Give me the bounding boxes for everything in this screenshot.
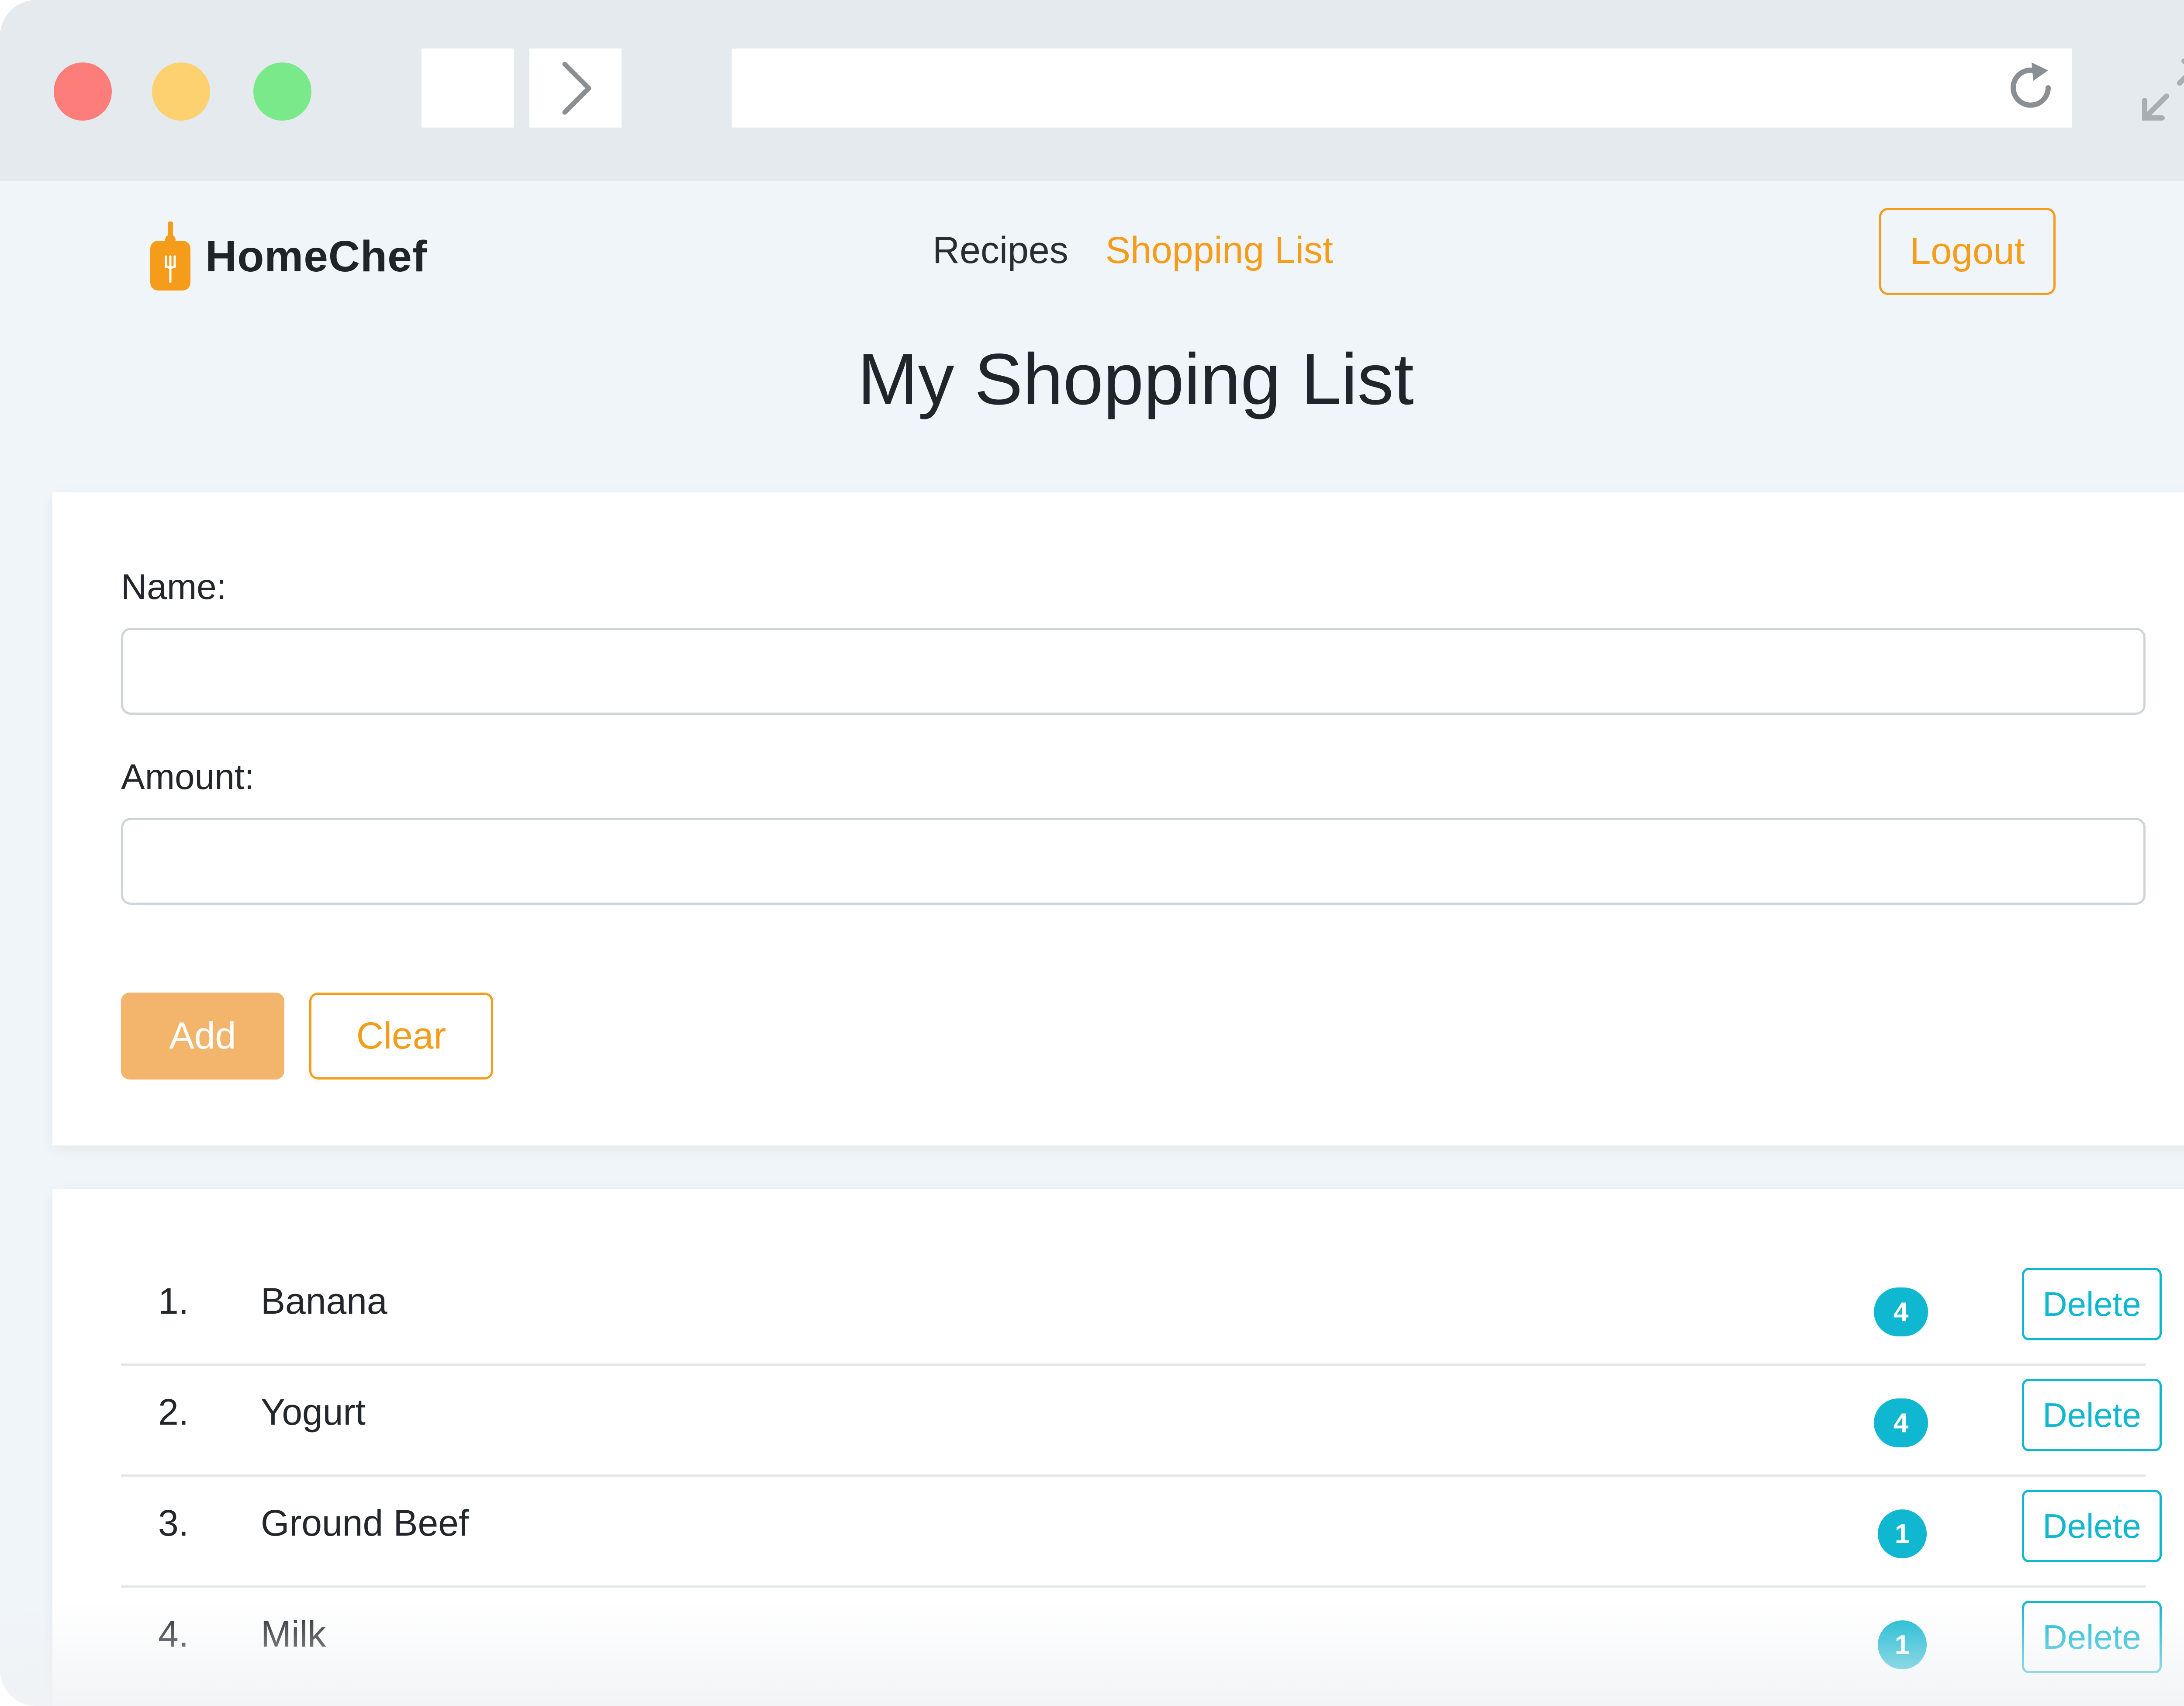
minimize-window-button[interactable] <box>152 62 210 121</box>
maximize-window-button[interactable] <box>253 62 311 121</box>
item-name: Ground Beef <box>261 1502 469 1543</box>
nav-item-shopping-list[interactable]: Shopping List <box>1106 229 1333 272</box>
main-nav: Recipes Shopping List <box>933 229 1333 272</box>
close-window-button[interactable] <box>54 62 112 121</box>
item-index: 2. <box>158 1391 189 1433</box>
nav-item-recipes[interactable]: Recipes <box>933 229 1068 272</box>
item-index: 1. <box>158 1280 189 1322</box>
list-item: 4. Milk 1 Delete <box>121 1588 2162 1699</box>
list-item: 1. Banana 4 Delete <box>121 1255 2162 1366</box>
list-item: 3. Ground Beef 1 Delete <box>121 1477 2162 1588</box>
reload-icon[interactable] <box>2003 60 2059 116</box>
address-bar[interactable] <box>732 48 2072 128</box>
amount-badge: 4 <box>1874 1398 1928 1447</box>
amount-input[interactable] <box>121 818 2146 905</box>
item-index: 3. <box>158 1502 189 1543</box>
delete-button[interactable]: Delete <box>2022 1268 2162 1340</box>
brand-name: HomeChef <box>205 232 428 281</box>
page-title: My Shopping List <box>857 339 1414 420</box>
expand-icon[interactable] <box>2136 52 2184 127</box>
shopping-list: 1. Banana 4 Delete 2. Yogurt 4 Delete 3.… <box>52 1189 2184 1706</box>
clear-button[interactable]: Clear <box>309 993 493 1080</box>
amount-label: Amount: <box>121 757 255 797</box>
item-index: 4. <box>158 1613 189 1654</box>
shopping-list-items: 1. Banana 4 Delete 2. Yogurt 4 Delete 3.… <box>121 1255 2162 1699</box>
name-input[interactable] <box>121 628 2146 715</box>
cutting-board-icon <box>150 221 190 291</box>
back-button[interactable] <box>422 48 514 128</box>
amount-badge: 1 <box>1878 1509 1927 1558</box>
delete-button[interactable]: Delete <box>2022 1379 2162 1451</box>
forward-button[interactable] <box>529 48 622 128</box>
amount-badge: 1 <box>1878 1620 1927 1669</box>
item-name: Banana <box>261 1280 387 1322</box>
page-content: HomeChef Recipes Shopping List Logout My… <box>0 181 2184 1706</box>
logout-button[interactable]: Logout <box>1879 208 2056 295</box>
brand[interactable]: HomeChef <box>149 219 427 294</box>
add-button[interactable]: Add <box>121 993 284 1080</box>
item-name: Milk <box>261 1613 326 1654</box>
list-item: 2. Yogurt 4 Delete <box>121 1366 2162 1477</box>
item-name: Yogurt <box>261 1391 366 1433</box>
delete-button[interactable]: Delete <box>2022 1490 2162 1562</box>
name-label: Name: <box>121 567 227 607</box>
add-item-form: Name: Amount: Add Clear <box>52 492 2184 1145</box>
browser-window: HomeChef Recipes Shopping List Logout My… <box>0 0 2184 1706</box>
amount-badge: 4 <box>1874 1287 1928 1336</box>
delete-button[interactable]: Delete <box>2022 1601 2162 1673</box>
chevron-right-icon <box>562 62 591 114</box>
browser-toolbar <box>0 0 2184 181</box>
